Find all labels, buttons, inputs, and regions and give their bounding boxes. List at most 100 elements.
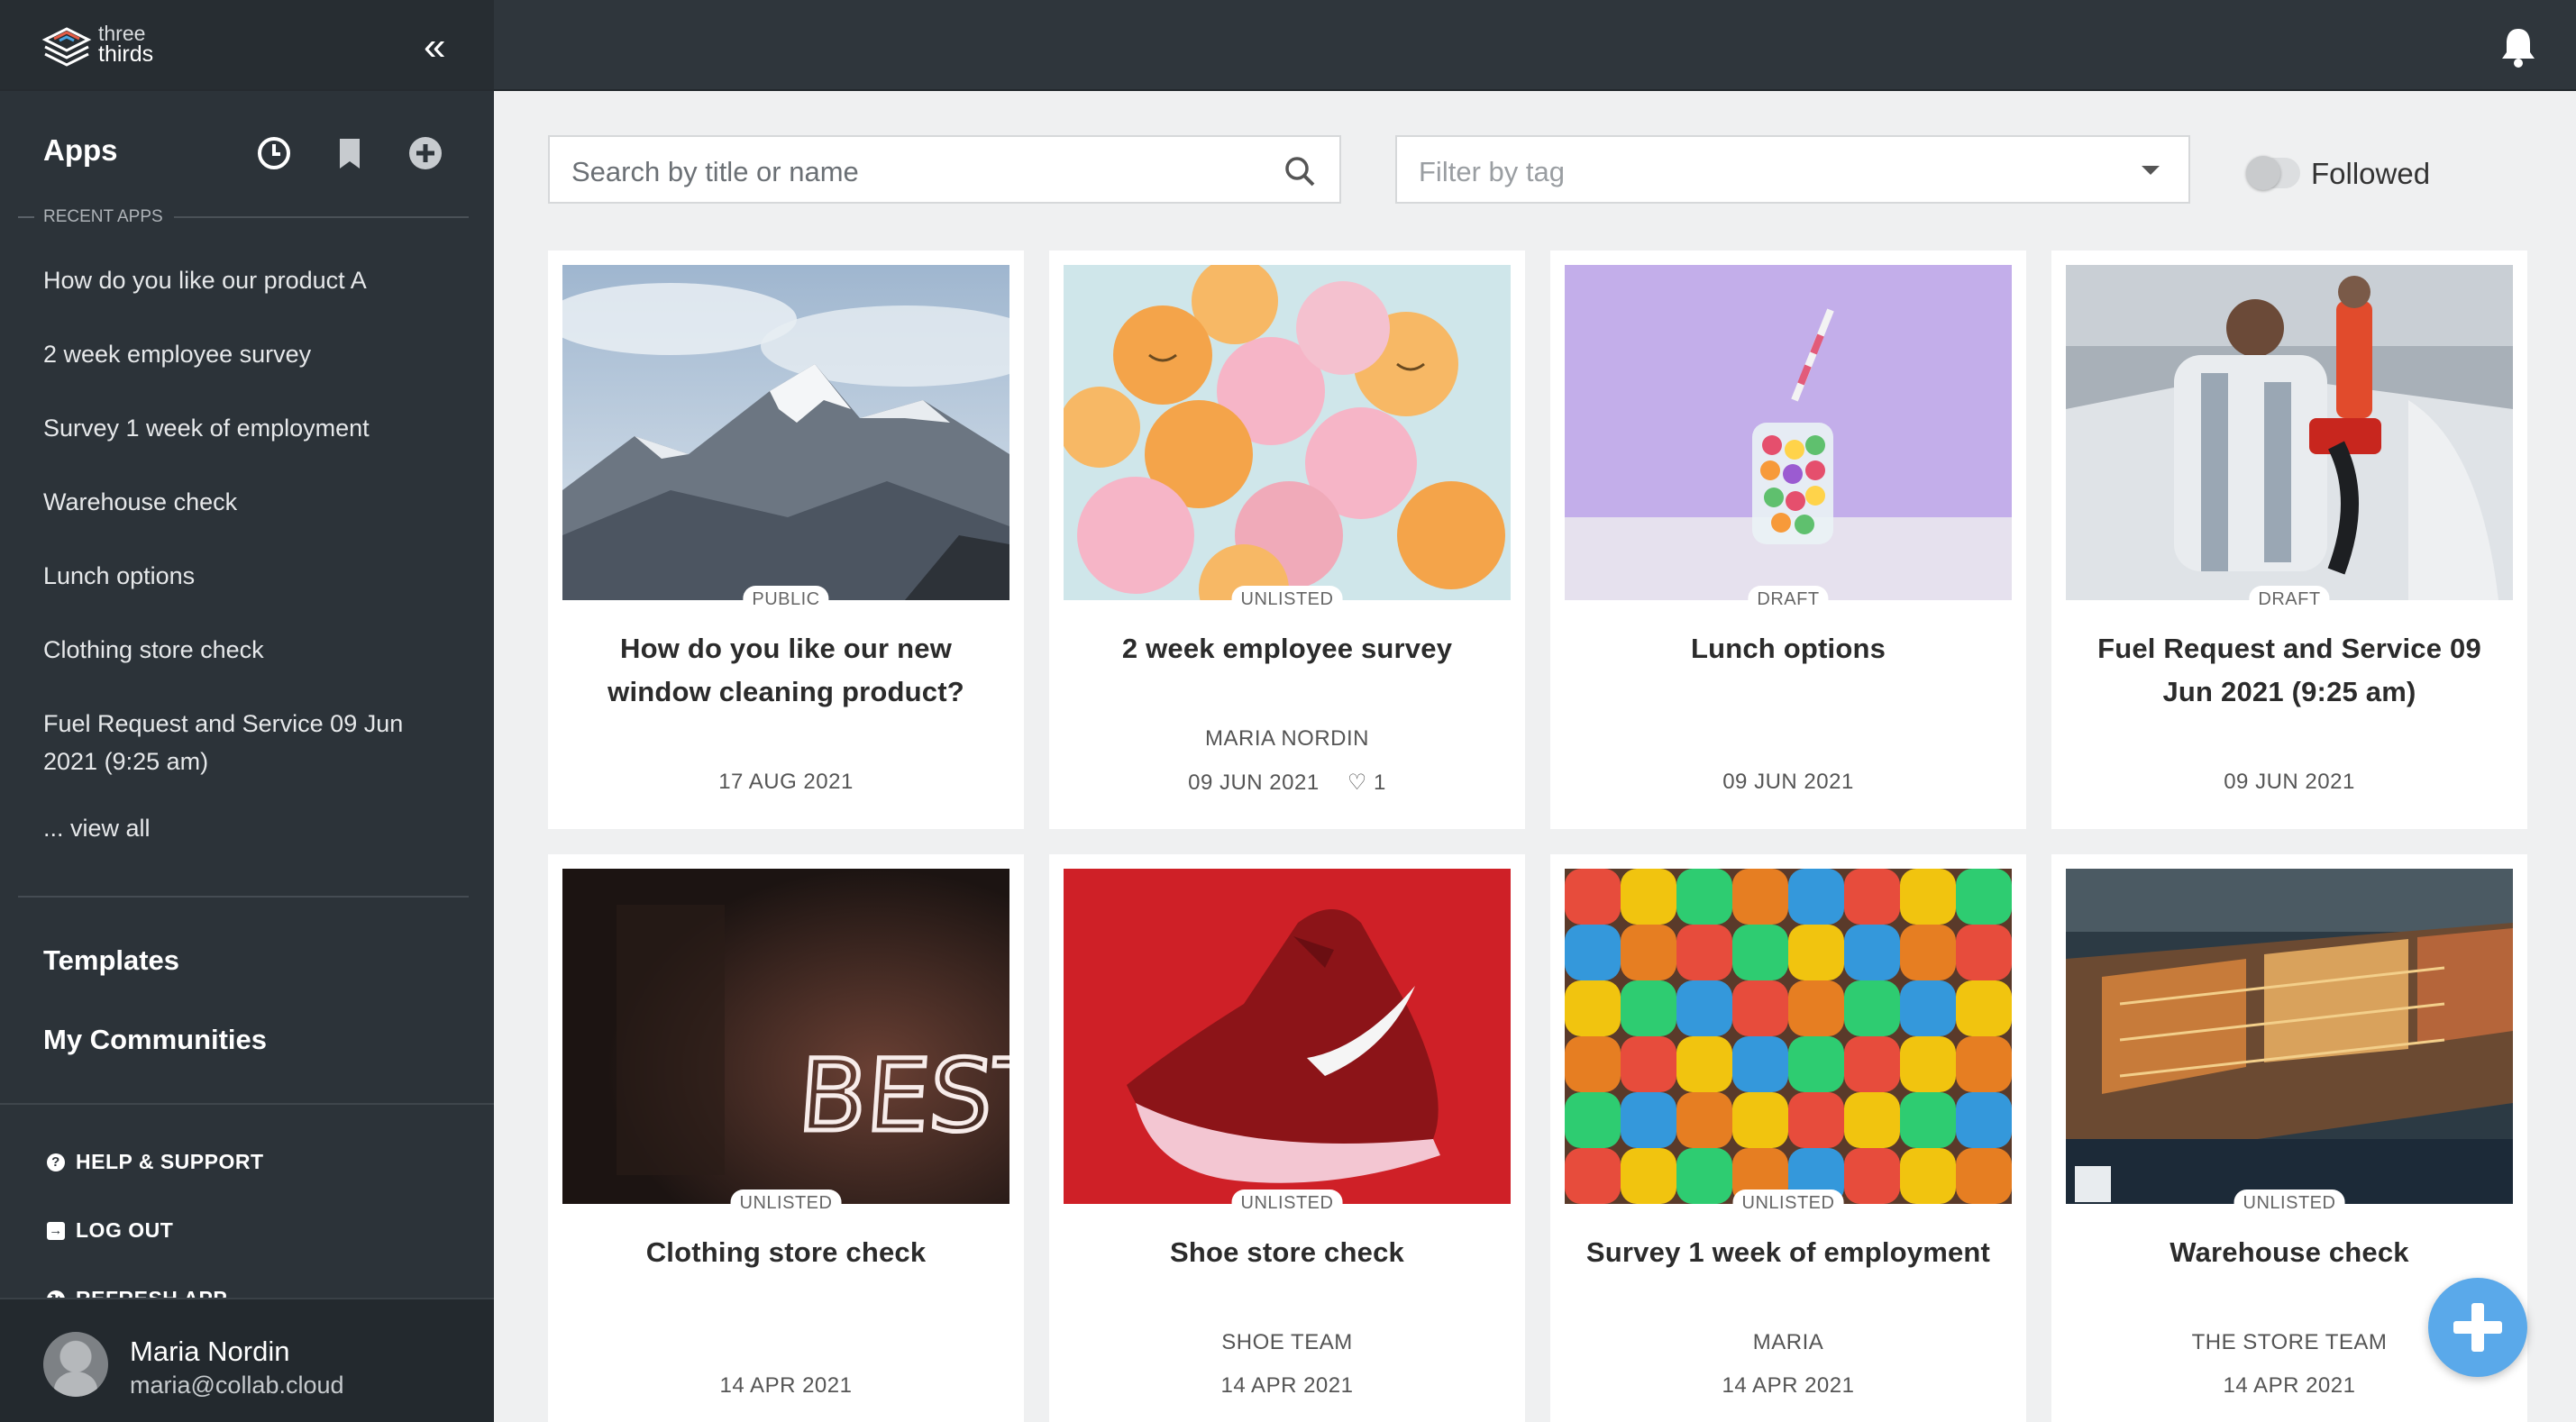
collapse-sidebar-icon[interactable]: «: [424, 27, 445, 67]
card-image-container-port: [2066, 869, 2513, 1204]
logout-link[interactable]: → LOG OUT: [47, 1218, 173, 1243]
like-count: 1: [1374, 770, 1386, 795]
status-badge: UNLISTED: [2233, 1190, 2345, 1214]
view-all-link[interactable]: ... view all: [43, 815, 422, 843]
notification-bell-icon[interactable]: [2498, 25, 2538, 68]
recent-apps-list: How do you like our product A 2 week emp…: [43, 261, 422, 843]
logo-line2: thirds: [98, 41, 154, 67]
card-image-sneaker: [1064, 869, 1511, 1204]
tag-filter-select[interactable]: Filter by tag: [1395, 135, 2190, 204]
card-date: 17 AUG 2021: [548, 770, 1024, 795]
recent-app-item[interactable]: Fuel Request and Service 09 Jun 2021 (9:…: [43, 705, 422, 780]
recent-clock-icon[interactable]: [256, 135, 292, 171]
logout-label: LOG OUT: [76, 1218, 174, 1242]
divider: [18, 216, 34, 218]
status-badge: DRAFT: [1748, 586, 1829, 610]
recent-app-item[interactable]: 2 week employee survey: [43, 335, 422, 373]
avatar: [43, 1332, 108, 1397]
status-badge: UNLISTED: [730, 1190, 842, 1214]
logo-text: three thirds: [98, 23, 154, 67]
top-bar: [494, 0, 2576, 91]
card-date: 14 APR 2021: [1550, 1373, 2026, 1399]
search-placeholder: Search by title or name: [571, 156, 859, 187]
card-date: 14 APR 2021: [548, 1373, 1024, 1399]
logout-icon: →: [47, 1221, 65, 1240]
card-title: Lunch options: [1690, 633, 1886, 664]
card-author: MARIA NORDIN: [1204, 726, 1369, 751]
recent-app-item[interactable]: Lunch options: [43, 557, 422, 595]
card-date: 09 JUN 2021: [2051, 770, 2527, 795]
card-title: Survey 1 week of employment: [1585, 1236, 1991, 1268]
card-title: How do you like our new window cleaning …: [607, 633, 964, 707]
tag-filter-placeholder: Filter by tag: [1419, 156, 1565, 187]
card-date-text: 14 APR 2021: [2223, 1373, 2356, 1398]
card-image-candy-jar: [1565, 265, 2012, 600]
status-badge: UNLISTED: [1231, 1190, 1343, 1214]
app-card[interactable]: DRAFT Lunch options 09 JUN 2021: [1550, 251, 2026, 829]
card-image-mountains: [562, 265, 1009, 600]
search-icon[interactable]: [1283, 155, 1316, 187]
user-panel[interactable]: Maria Nordin maria@collab.cloud: [0, 1298, 494, 1422]
status-badge: DRAFT: [2249, 586, 2330, 610]
followed-toggle[interactable]: [2246, 156, 2300, 190]
card-date: 14 APR 2021: [2051, 1373, 2527, 1399]
brand-bar: three thirds «: [0, 0, 494, 91]
card-date-text: 14 APR 2021: [1220, 1373, 1354, 1398]
chevron-down-icon: [2142, 166, 2160, 175]
divider: [18, 896, 469, 898]
card-date: 09 JUN 2021: [1550, 770, 2026, 795]
app-card[interactable]: PUBLIC How do you like our new window cl…: [548, 251, 1024, 829]
recent-app-item[interactable]: Clothing store check: [43, 631, 422, 669]
heart-icon: ♡: [1347, 770, 1367, 795]
nav-my-communities[interactable]: My Communities: [43, 1024, 267, 1056]
card-title: 2 week employee survey: [1121, 633, 1453, 664]
sidebar: three thirds « Apps RECENT APPS How do y…: [0, 0, 494, 1422]
apps-heading[interactable]: Apps: [43, 133, 118, 168]
app-card[interactable]: UNLISTED Shoe store check SHOE TEAM 14 A…: [1049, 854, 1525, 1422]
status-badge: UNLISTED: [1231, 586, 1343, 610]
card-date-text: 17 AUG 2021: [718, 770, 854, 794]
card-title: Warehouse check: [2170, 1236, 2409, 1268]
card-image-fuel-service: [2066, 265, 2513, 600]
divider: [0, 1103, 494, 1105]
card-date-text: 09 JUN 2021: [1188, 770, 1320, 795]
status-badge: PUBLIC: [743, 586, 829, 610]
card-date-text: 14 APR 2021: [719, 1373, 853, 1398]
user-name: Maria Nordin: [130, 1335, 290, 1367]
card-image-neon-sign: BEST: [562, 869, 1009, 1204]
card-author: MARIA: [1752, 1330, 1824, 1354]
status-badge: UNLISTED: [1732, 1190, 1844, 1214]
like-button[interactable]: ♡ 1: [1347, 770, 1386, 795]
recent-apps-text: RECENT APPS: [43, 207, 163, 226]
add-circle-icon[interactable]: [407, 135, 443, 171]
app-card[interactable]: BEST UNLISTED Clothing store check 14 AP…: [548, 854, 1024, 1422]
neon-sign-text: BEST: [795, 1038, 1009, 1153]
followed-label: Followed: [2311, 157, 2431, 190]
card-date-text: 14 APR 2021: [1722, 1373, 1855, 1398]
help-support-link[interactable]: ? HELP & SUPPORT: [47, 1150, 264, 1174]
create-app-button[interactable]: [2428, 1278, 2527, 1377]
search-input[interactable]: Search by title or name: [548, 135, 1341, 204]
plus-icon: [2471, 1303, 2484, 1352]
recent-app-item[interactable]: Warehouse check: [43, 483, 422, 521]
user-email: maria@collab.cloud: [130, 1372, 344, 1399]
recent-app-item[interactable]: Survey 1 week of employment: [43, 409, 422, 447]
card-author: SHOE TEAM: [1221, 1330, 1353, 1354]
bookmark-icon[interactable]: [332, 135, 368, 171]
card-title: Shoe store check: [1170, 1236, 1404, 1268]
card-date-text: 09 JUN 2021: [1722, 770, 1854, 794]
nav-templates[interactable]: Templates: [43, 944, 179, 977]
card-date: 14 APR 2021: [1049, 1373, 1525, 1399]
app-card[interactable]: DRAFT Fuel Request and Service 09 Jun 20…: [2051, 251, 2527, 829]
logo-icon[interactable]: [41, 23, 92, 74]
recent-app-item[interactable]: How do you like our product A: [43, 261, 422, 299]
toggle-knob: [2246, 156, 2280, 190]
app-card[interactable]: UNLISTED 2 week employee survey MARIA NO…: [1049, 251, 1525, 829]
divider: [173, 216, 469, 218]
recent-apps-label: RECENT APPS: [18, 207, 469, 227]
app-card[interactable]: UNLISTED Survey 1 week of employment MAR…: [1550, 854, 2026, 1422]
apps-actions: [256, 135, 443, 171]
card-image-gummy-bears: [1565, 869, 2012, 1204]
help-support-label: HELP & SUPPORT: [76, 1150, 264, 1173]
card-title: Clothing store check: [645, 1236, 927, 1268]
